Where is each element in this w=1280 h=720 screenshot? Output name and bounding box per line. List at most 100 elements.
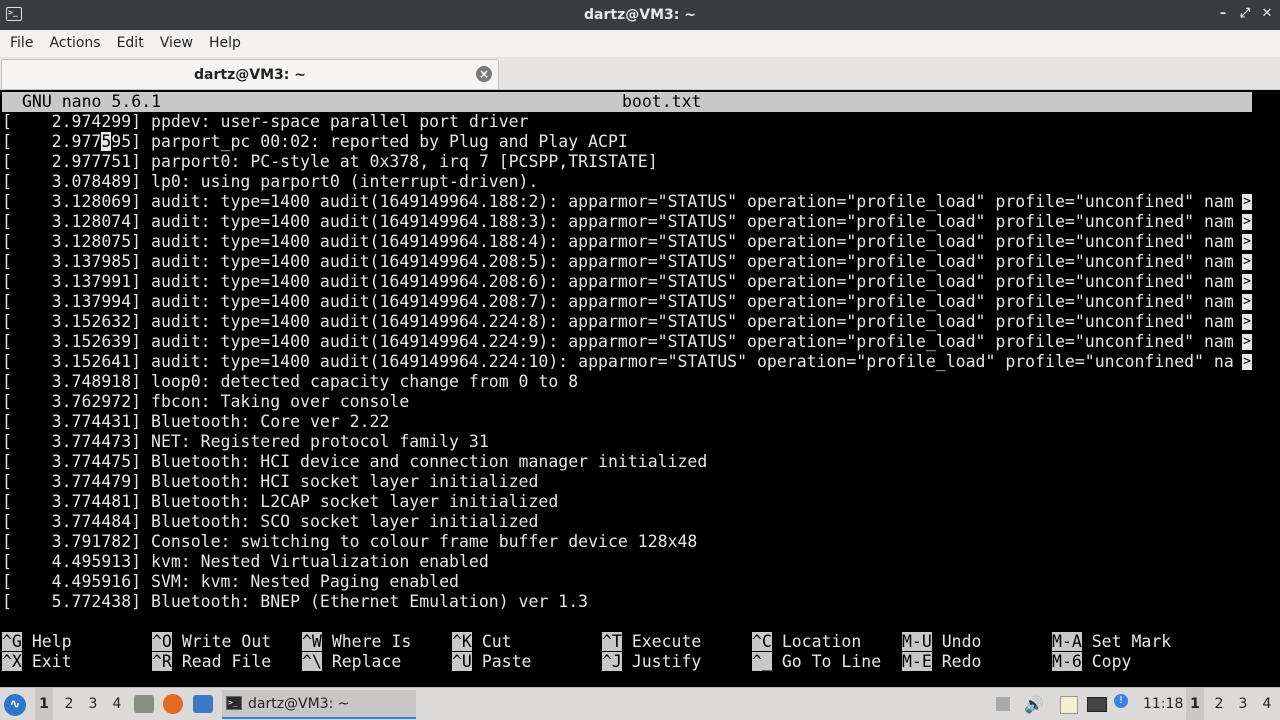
taskbar: ∿ 1 2 3 4 >_ dartz@VM3: ~ 🔊 ! 11:18 1 2 … <box>0 687 1280 720</box>
shortcut-item: M-E Redo <box>902 652 982 672</box>
shortcut-item: ^_ Go To Line <box>752 652 881 672</box>
line-text: [ 3.774431] Bluetooth: Core ver 2.22 <box>2 412 390 431</box>
line-truncated-marker: > <box>1242 254 1252 270</box>
file-line: [ 3.137994] audit: type=1400 audit(16491… <box>2 292 1252 312</box>
shortcut-item: M-6 Copy <box>1052 652 1132 672</box>
terminal-icon: >_ <box>226 696 242 710</box>
window-titlebar[interactable]: >_ dartz@VM3: ~ – ⤢ ✕ <box>0 0 1280 30</box>
file-line: [ 3.152632] audit: type=1400 audit(16491… <box>2 312 1252 332</box>
shortcut-item: ^O Write Out <box>152 632 271 652</box>
desktop-icon[interactable] <box>193 695 213 713</box>
shortcut-item: ^J Justify <box>602 652 701 672</box>
shortcut-item: ^X Exit <box>2 652 72 672</box>
workspace-2[interactable]: 2 <box>60 688 78 720</box>
taskbar-terminal-button[interactable]: >_ dartz@VM3: ~ <box>222 690 416 719</box>
file-line: [ 3.791782] Console: switching to colour… <box>2 532 1252 552</box>
shortcut-key: ^K <box>452 632 472 651</box>
maximize-icon[interactable]: ⤢ <box>1238 6 1252 22</box>
file-line: [ 3.774431] Bluetooth: Core ver 2.22 <box>2 412 1252 432</box>
shortcut-item: ^U Paste <box>452 652 531 672</box>
terminal-view[interactable]: GNU nano 5.6.1 boot.txt [ 2.974299] ppde… <box>0 90 1280 687</box>
file-line: [ 3.137985] audit: type=1400 audit(16491… <box>2 252 1252 272</box>
shortcut-label: Location <box>781 632 862 651</box>
shortcut-label: Replace <box>331 652 402 671</box>
file-line: [ 2.974299] ppdev: user-space parallel p… <box>2 112 1252 132</box>
shortcut-item: ^T Execute <box>602 632 701 652</box>
menu-bar: File Actions Edit View Help <box>0 30 1280 57</box>
file-line: [ 4.495913] kvm: Nested Virtualization e… <box>2 552 1252 572</box>
line-truncated-marker: > <box>1242 314 1252 330</box>
shortcut-key: ^G <box>2 632 22 651</box>
nano-shortcuts: ^G Help ^O Write Out ^W Where Is ^K Cut ^T E… <box>2 632 1252 672</box>
file-line: [ 3.774479] Bluetooth: HCI socket layer … <box>2 472 1252 492</box>
workspace-right-4[interactable]: 4 <box>1258 688 1276 720</box>
file-line: [ 3.748918] loop0: detected capacity cha… <box>2 372 1252 392</box>
text-cursor: 5 <box>101 132 112 151</box>
clipboard-icon[interactable] <box>1060 696 1078 714</box>
file-line: [ 3.152639] audit: type=1400 audit(16491… <box>2 332 1252 352</box>
line-text: [ 2.974299] ppdev: user-space parallel p… <box>2 112 529 131</box>
shortcut-label: Help <box>31 632 72 651</box>
menu-view[interactable]: View <box>152 30 201 57</box>
shortcut-item: ^C Location <box>752 632 861 652</box>
file-content[interactable]: [ 2.974299] ppdev: user-space parallel p… <box>2 112 1252 612</box>
shortcut-item: ^R Read File <box>152 652 271 672</box>
line-text: [ 2.977751] parport0: PC-style at 0x378,… <box>2 152 658 171</box>
file-line: [ 5.772438] Bluetooth: BNEP (Ethernet Em… <box>2 592 1252 612</box>
file-line: [ 3.774484] Bluetooth: SCO socket layer … <box>2 512 1252 532</box>
shortcut-key: ^J <box>602 652 622 671</box>
menu-actions[interactable]: Actions <box>41 30 108 57</box>
file-line: [ 2.977751] parport0: PC-style at 0x378,… <box>2 152 1252 172</box>
line-text: [ 3.128075] audit: type=1400 audit(16491… <box>2 232 1234 251</box>
volume-icon[interactable]: 🔊 <box>1024 688 1044 720</box>
workspace-4[interactable]: 4 <box>108 688 126 720</box>
shortcut-item: M-A Set Mark <box>1052 632 1171 652</box>
line-text: [ 3.137994] audit: type=1400 audit(16491… <box>2 292 1234 311</box>
line-text: [ 3.152641] audit: type=1400 audit(16491… <box>2 352 1234 371</box>
tray-up-icon[interactable] <box>996 697 1010 711</box>
file-manager-icon[interactable] <box>134 695 154 713</box>
menu-file[interactable]: File <box>2 30 41 57</box>
menu-help[interactable]: Help <box>201 30 249 57</box>
shortcut-key: M-A <box>1052 632 1082 651</box>
start-menu-icon[interactable]: ∿ <box>4 694 26 716</box>
shortcut-label: Copy <box>1091 652 1132 671</box>
line-text: [ 3.774475] Bluetooth: HCI device and co… <box>2 452 708 471</box>
shortcut-key: M-6 <box>1052 652 1082 671</box>
tab-terminal[interactable]: dartz@VM3: ~ × <box>1 59 499 89</box>
shortcut-label: Exit <box>31 652 72 671</box>
shortcut-key: ^\ <box>302 652 322 671</box>
file-line: [ 3.128074] audit: type=1400 audit(16491… <box>2 212 1252 232</box>
workspace-right-3[interactable]: 3 <box>1234 688 1252 720</box>
shortcut-key: M-U <box>902 632 932 651</box>
workspace-3[interactable]: 3 <box>84 688 102 720</box>
window-controls: – ⤢ ✕ <box>1216 6 1274 22</box>
menu-edit[interactable]: Edit <box>109 30 152 57</box>
workspace-right-1[interactable]: 1 <box>1186 688 1204 720</box>
minimize-icon[interactable]: – <box>1216 6 1230 22</box>
line-truncated-marker: > <box>1242 294 1252 310</box>
line-text: [ 3.137985] audit: type=1400 audit(16491… <box>2 252 1234 271</box>
line-text: [ 3.748918] loop0: detected capacity cha… <box>2 372 579 391</box>
workspace-1[interactable]: 1 <box>35 688 53 720</box>
scrollbar[interactable] <box>1252 92 1278 687</box>
close-icon[interactable]: ✕ <box>1260 6 1274 22</box>
tab-close-icon[interactable]: × <box>476 66 492 82</box>
firefox-icon[interactable] <box>163 694 183 714</box>
line-text: [ 3.128069] audit: type=1400 audit(16491… <box>2 192 1234 211</box>
shortcut-label: Paste <box>481 652 532 671</box>
shortcut-label: Cut <box>481 632 512 651</box>
network-icon[interactable] <box>1087 697 1107 712</box>
clock[interactable]: 11:18 <box>1143 688 1183 720</box>
notification-icon[interactable]: ! <box>1114 694 1128 708</box>
shortcut-item: ^G Help <box>2 632 72 652</box>
file-line: [ 3.774473] NET: Registered protocol fam… <box>2 432 1252 452</box>
line-text: [ 3.762972] fbcon: Taking over console <box>2 392 410 411</box>
file-line: [ 3.152641] audit: type=1400 audit(16491… <box>2 352 1252 372</box>
shortcut-key: ^U <box>452 652 472 671</box>
file-line: [ 3.774475] Bluetooth: HCI device and co… <box>2 452 1252 472</box>
workspace-right-2[interactable]: 2 <box>1210 688 1228 720</box>
line-text: [ 4.495916] SVM: kvm: Nested Paging enab… <box>2 572 459 591</box>
line-truncated-marker: > <box>1242 274 1252 290</box>
line-text: [ 3.152639] audit: type=1400 audit(16491… <box>2 332 1234 351</box>
